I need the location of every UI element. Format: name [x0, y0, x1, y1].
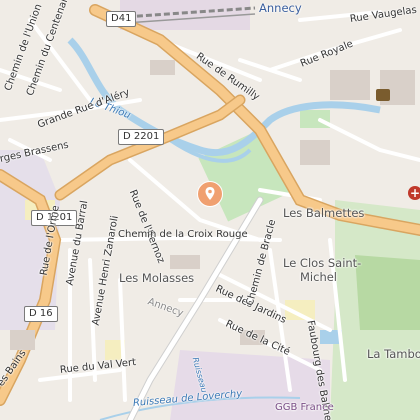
place-label-michel: Michel	[300, 270, 337, 284]
map-canvas[interactable]: D41 D 2201 D 1201 D 16 Annecy Rue Vaugel…	[0, 0, 420, 420]
poi-label-ggb-france: GGB France	[275, 402, 334, 413]
place-label-annecy-top: Annecy	[259, 1, 302, 15]
place-label-le-clos: Le Clos Saint-	[283, 256, 362, 270]
place-label-les-molasses: Les Molasses	[119, 271, 195, 285]
place-label-les-balmettes: Les Balmettes	[283, 206, 365, 220]
location-pin-icon[interactable]	[197, 181, 223, 207]
road-shield-d2201: D 2201	[118, 129, 165, 145]
castle-icon	[376, 89, 390, 101]
street-label-chemin-croix-rouge: Chemin de la Croix Rouge	[118, 229, 248, 240]
place-label-la-tambour: La Tambour	[367, 347, 420, 361]
road-shield-d41: D41	[106, 11, 137, 27]
hospital-icon: +	[408, 186, 420, 200]
road-shield-d16: D 16	[24, 306, 58, 322]
